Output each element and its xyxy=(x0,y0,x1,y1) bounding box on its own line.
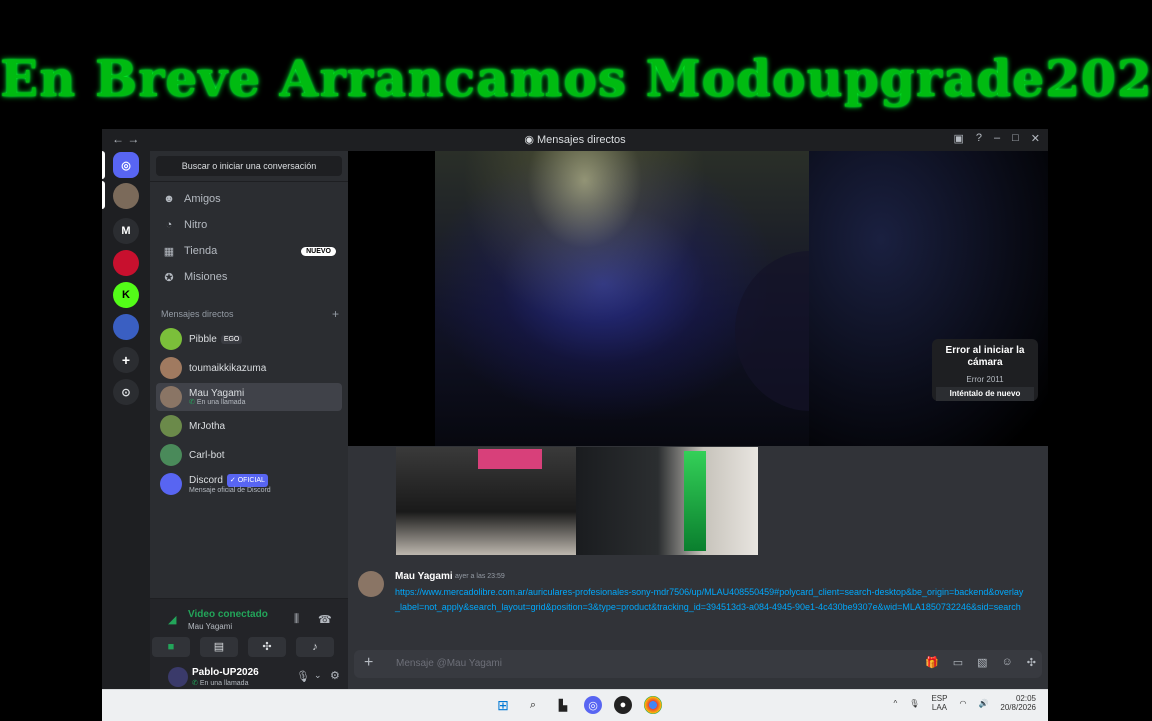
rgb-fans xyxy=(684,451,706,551)
discord-window: ← → ◉ Mensajes directos ▣ ? – □ ✕ ◎ M K … xyxy=(102,129,1048,689)
dm-item-pibble[interactable]: Pibble EGO xyxy=(156,325,342,353)
message-composer[interactable]: + Mensaje @Mau Yagami 🎁 ▭ ▧ ☺ ✣ xyxy=(354,650,1042,678)
dm-sidebar: Buscar o iniciar una conversación ☻ Amigo… xyxy=(150,151,348,689)
dm-item-discord[interactable]: Discord ✓ OFICIAL Mensaje oficial de Disco… xyxy=(156,470,342,498)
quests-icon: ✪ xyxy=(164,271,174,284)
help-icon[interactable]: ? xyxy=(976,132,982,145)
dm-item-mrjotha[interactable]: MrJotha xyxy=(156,412,342,440)
divider xyxy=(150,181,348,182)
close-button[interactable]: ✕ xyxy=(1031,132,1040,145)
dm-item-carl-bot[interactable]: Carl-bot xyxy=(156,441,342,469)
avatar xyxy=(160,357,182,379)
dm-item-toumaikkikazuma[interactable]: toumaikkikazuma xyxy=(156,354,342,382)
chevron-up-icon[interactable]: ^ xyxy=(894,699,898,708)
screen-share-button[interactable]: ▤ xyxy=(200,637,238,657)
microphone-icon[interactable]: 🎙 xyxy=(296,670,310,683)
chrome-taskbar-icon[interactable] xyxy=(644,696,662,714)
maximize-button[interactable]: □ xyxy=(1012,132,1019,145)
camera-button[interactable]: ■ xyxy=(152,637,190,657)
phone-icon: ✆ xyxy=(192,680,200,687)
avatar xyxy=(160,444,182,466)
user-status: ✆ En una llamada xyxy=(192,680,249,687)
wifi-icon[interactable]: ◠ xyxy=(959,699,966,708)
main-content: Error al iniciar la cámara Error 2011 In… xyxy=(348,151,1048,689)
server-avatar[interactable] xyxy=(113,183,139,209)
retry-button[interactable]: Inténtalo de nuevo xyxy=(936,387,1034,401)
author-avatar[interactable] xyxy=(358,571,384,597)
phone-icon: ✆ xyxy=(189,398,197,406)
friends-icon: ☻ xyxy=(163,193,175,205)
sticker-icon[interactable]: ▧ xyxy=(977,656,987,669)
start-windows-icon[interactable]: ⊞ xyxy=(494,696,512,714)
activities-button[interactable]: ✣ xyxy=(248,637,286,657)
webcam-video xyxy=(435,151,809,446)
apps-icon[interactable]: ✣ xyxy=(1027,656,1036,669)
person-silhouette xyxy=(735,251,809,411)
search-input[interactable]: Buscar o iniciar una conversación xyxy=(156,156,342,176)
nav-item-amigos[interactable]: ☻ Amigos xyxy=(156,187,342,211)
attach-plus-icon[interactable]: + xyxy=(364,654,373,672)
image-attachment-2[interactable] xyxy=(576,447,758,555)
discover-icon[interactable]: ⊙ xyxy=(113,379,139,405)
message-link[interactable]: https://www.mercadolibre.com.ar/auricula… xyxy=(395,585,1025,614)
microphone-tray-icon[interactable]: 🎙 xyxy=(909,699,919,708)
gift-icon[interactable]: 🎁 xyxy=(925,656,939,669)
active-pill xyxy=(102,151,105,179)
obs-taskbar-icon[interactable]: ● xyxy=(614,696,632,714)
nav-item-tienda[interactable]: ▦ Tienda NUEVO xyxy=(156,239,342,263)
add-server-icon[interactable]: + xyxy=(113,347,139,373)
video-call-area: Error al iniciar la cámara Error 2011 In… xyxy=(348,151,1048,446)
avatar xyxy=(160,386,182,408)
kick-server-icon[interactable]: K xyxy=(113,282,139,308)
task-view-icon[interactable]: ▙ xyxy=(554,696,572,714)
nav-item-misiones[interactable]: ✪ Misiones xyxy=(156,265,342,289)
discord-taskbar-icon[interactable]: ◎ xyxy=(584,696,602,714)
language-indicator[interactable]: ESP LAA xyxy=(931,694,947,712)
chevron-down-icon[interactable]: ⌄ xyxy=(314,670,322,681)
camera-preview xyxy=(809,151,1048,446)
dm-header: Mensajes directos + xyxy=(161,307,339,321)
nav-item-nitro[interactable]: ◔ Nitro xyxy=(156,213,342,237)
server-icon-blue[interactable] xyxy=(113,314,139,340)
stream-banner: En Breve Arrancamos Modoupgrade2026 xyxy=(0,49,1152,108)
search-icon[interactable]: ⌕ xyxy=(524,696,542,714)
voice-panel: ◢ Video conectado Mau Yagami ⫼ ☎ ■ ▤ ✣ ♪ xyxy=(150,598,348,665)
noise-suppression-icon[interactable]: ⫼ xyxy=(294,613,299,626)
official-badge: ✓ OFICIAL xyxy=(226,473,268,487)
shop-icon: ▦ xyxy=(163,245,175,258)
discord-home-icon[interactable]: ◎ xyxy=(113,152,139,178)
title-bar: ← → ◉ Mensajes directos ▣ ? – □ ✕ xyxy=(102,129,1048,151)
server-m[interactable]: M xyxy=(113,218,139,244)
dm-item-mau-yagami[interactable]: Mau Yagami ✆ En una llamada xyxy=(156,383,342,411)
clock[interactable]: 02:05 20/8/2026 xyxy=(1000,694,1036,712)
image-attachment-1[interactable] xyxy=(396,447,576,555)
minimize-button[interactable]: – xyxy=(994,132,1000,145)
volume-icon[interactable]: 🔊 xyxy=(978,699,988,708)
server-icon-red[interactable] xyxy=(113,250,139,276)
windows-taskbar: ⊞ ⌕ ▙ ◎ ● ^ 🎙 ESP LAA ◠ 🔊 02:05 20/8/2026 xyxy=(102,689,1048,721)
disconnect-icon[interactable]: ☎ xyxy=(318,613,332,626)
discord-small-icon: ◉ xyxy=(524,134,537,146)
window-title: ◉ Mensajes directos xyxy=(524,134,626,146)
in-call-status: ✆ En una llamada xyxy=(189,398,246,406)
user-panel: Pablo-UP2026 ✆ En una llamada 🎙 ⌄ ⚙ xyxy=(150,665,348,689)
nitro-icon: ◔ xyxy=(165,219,173,231)
new-dm-plus-icon[interactable]: + xyxy=(332,307,339,321)
gif-icon[interactable]: ▭ xyxy=(953,656,963,669)
avatar xyxy=(160,415,182,437)
server-rail: ◎ M K + ⊙ xyxy=(102,151,150,689)
camera-error-card: Error al iniciar la cámara Error 2011 In… xyxy=(932,339,1038,401)
monitor-glow xyxy=(478,449,542,469)
inbox-icon[interactable]: ▣ xyxy=(953,132,963,145)
new-badge: NUEVO xyxy=(301,246,336,256)
unread-pill xyxy=(102,181,105,209)
ego-badge: EGO xyxy=(220,334,243,344)
signal-icon: ◢ xyxy=(168,614,177,626)
soundboard-button[interactable]: ♪ xyxy=(296,637,334,657)
discord-avatar xyxy=(160,473,182,495)
emoji-icon[interactable]: ☺ xyxy=(1002,656,1013,669)
avatar xyxy=(160,328,182,350)
gear-icon[interactable]: ⚙ xyxy=(330,669,340,682)
user-avatar[interactable] xyxy=(168,667,188,687)
